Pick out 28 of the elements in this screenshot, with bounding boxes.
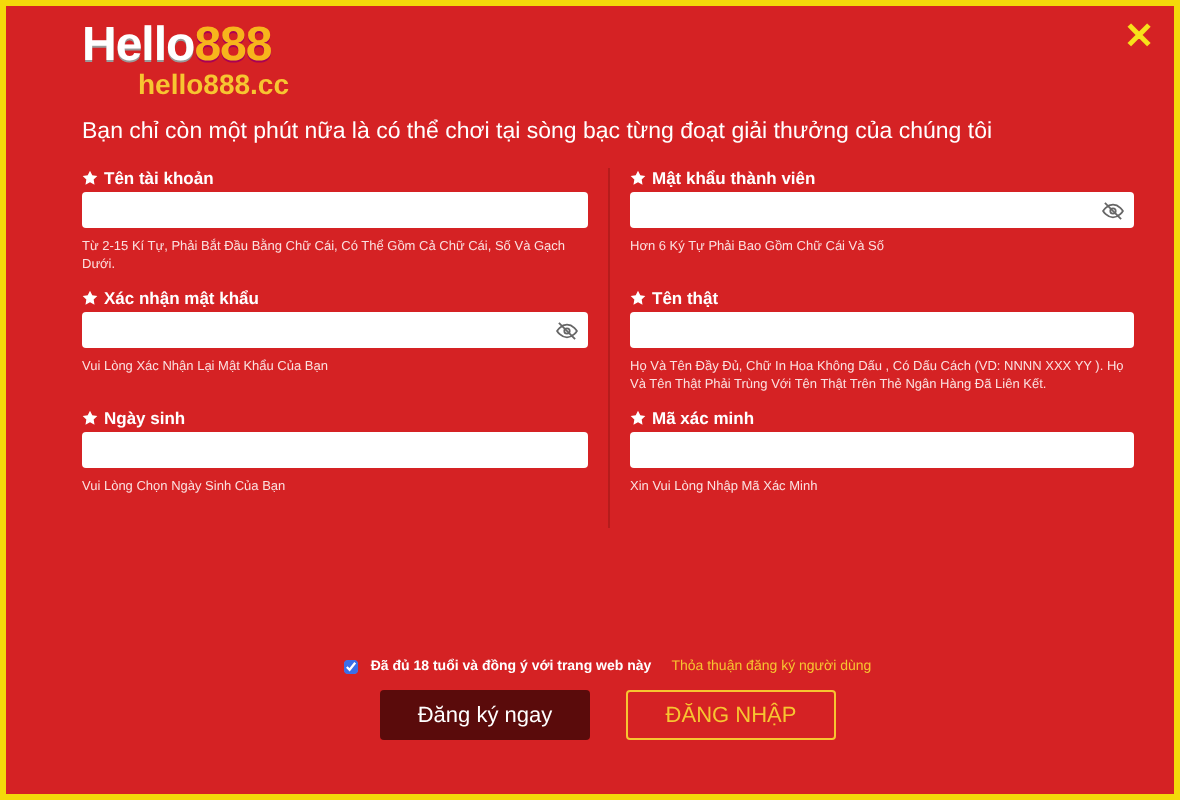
input-field[interactable] <box>630 432 1134 468</box>
login-button[interactable]: ĐĂNG NHẬP <box>626 690 836 740</box>
input-field[interactable] <box>630 192 1134 228</box>
input-field[interactable] <box>82 312 588 348</box>
input-field[interactable] <box>82 192 588 228</box>
star-icon <box>630 410 646 426</box>
field-label-text: Mật khẩu thành viên <box>652 168 816 188</box>
register-button[interactable]: Đăng ký ngay <box>380 690 590 740</box>
logo-word: Hello <box>82 22 195 70</box>
star-icon <box>82 290 98 306</box>
logo-number: 888 <box>194 22 272 70</box>
logo-domain: hello888.cc <box>138 70 289 100</box>
field-label-text: Tên tài khoản <box>104 168 214 188</box>
star-icon <box>630 290 646 306</box>
input-field[interactable] <box>630 312 1134 348</box>
field-label-text: Mã xác minh <box>652 408 755 428</box>
field-label-text: Xác nhận mật khẩu <box>104 288 259 308</box>
agree-checkbox[interactable] <box>344 660 359 674</box>
eye-off-icon[interactable] <box>556 321 578 339</box>
star-icon <box>82 410 98 426</box>
input-field[interactable] <box>82 432 588 468</box>
close-button[interactable]: ✕ <box>1124 14 1154 58</box>
field-label-text: Tên thật <box>652 288 719 308</box>
subtitle: Bạn chỉ còn một phút nữa là có thể chơi tại sòng bạc từng đoạt giải thưởng của chúng tôi <box>82 120 995 144</box>
field-label-text: Ngày sinh <box>104 408 186 428</box>
eye-off-icon[interactable] <box>1102 201 1124 219</box>
star-icon <box>82 170 98 186</box>
star-icon <box>630 170 646 186</box>
